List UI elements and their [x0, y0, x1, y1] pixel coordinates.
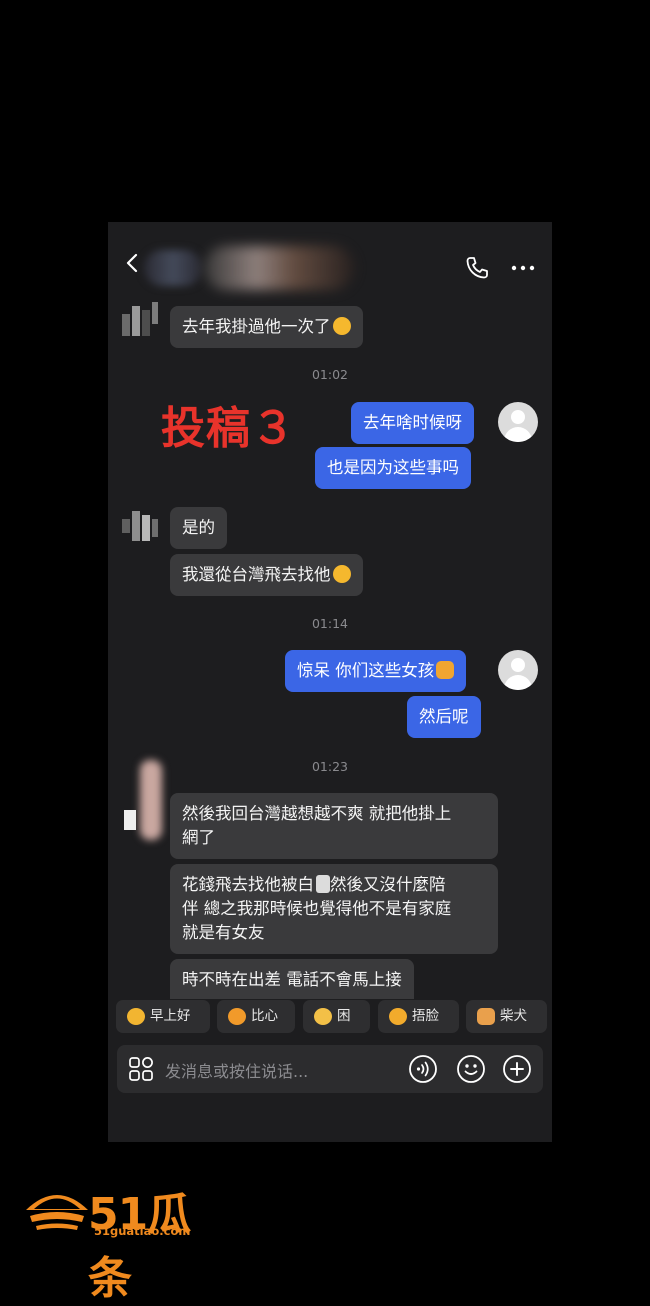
add-icon[interactable]: [502, 1054, 532, 1084]
voice-icon[interactable]: [408, 1054, 438, 1084]
heart-hand-icon: [228, 1008, 246, 1025]
shiba-dog-icon: [477, 1008, 495, 1025]
brand-name: 51瓜条: [88, 1189, 191, 1304]
message-bubble-out[interactable]: 惊呆 你们这些女孩: [285, 650, 467, 692]
quick-reply-facepalm[interactable]: 捂脸: [378, 1000, 459, 1033]
quick-reply-morning[interactable]: 早上好: [116, 1000, 210, 1033]
sender-avatar-blurred[interactable]: [120, 756, 170, 852]
quick-reply-shiba[interactable]: 柴犬: [466, 1000, 547, 1033]
message-bubble-in[interactable]: 去年我掛過他一次了: [170, 306, 363, 348]
chat-screen: 投稿３ 去年我掛過他一次了 01:02 去年啥时候呀 也是因为这些事吗 是的 我…: [108, 222, 552, 1142]
sleepy-face-icon: [314, 1008, 332, 1025]
message-bubble-out[interactable]: 去年啥时候呀: [351, 402, 474, 444]
timestamp: 01:23: [311, 759, 349, 774]
emoji-icon[interactable]: [456, 1054, 486, 1084]
my-avatar[interactable]: [498, 650, 538, 690]
message-input[interactable]: 发消息或按住说话...: [165, 1058, 308, 1082]
sun-face-icon: [127, 1008, 145, 1025]
quick-reply-row: 早上好 比心 困 捂脸 柴犬: [116, 1000, 548, 1036]
more-icon[interactable]: [510, 256, 536, 280]
contact-avatar-blurred[interactable]: [144, 250, 202, 286]
phone-icon[interactable]: [464, 255, 490, 281]
yawn-emoji-icon: [332, 565, 351, 583]
submission-stamp: 投稿３: [161, 403, 296, 454]
message-bubble-in[interactable]: 時不時在出差 電話不會馬上接: [170, 959, 414, 999]
timestamp: 01:02: [311, 367, 349, 382]
chat-header: [108, 222, 552, 292]
sender-avatar-pixelated[interactable]: [120, 507, 160, 547]
toilet-emoji-icon: [316, 875, 330, 893]
message-bubble-in[interactable]: 花錢飛去找他被白 然後又沒什麼陪 伴 總之我那時候也覺得他不是有家庭 就是有女友: [170, 864, 498, 954]
facepalm-icon: [389, 1008, 407, 1025]
message-bubble-in[interactable]: 是的: [170, 507, 227, 549]
brand-url: 51guatiao.com: [94, 1224, 191, 1238]
chevron-left-icon[interactable]: [122, 252, 144, 274]
timestamp: 01:14: [311, 616, 349, 631]
sender-avatar-pixelated[interactable]: [120, 300, 160, 340]
quick-reply-sleepy[interactable]: 困: [303, 1000, 370, 1033]
message-bubble-out[interactable]: 然后呢: [407, 696, 481, 738]
apps-grid-icon[interactable]: [126, 1054, 156, 1084]
yawn-emoji-icon: [332, 317, 351, 335]
contact-name-blurred: [204, 246, 354, 290]
message-bubble-out[interactable]: 也是因为这些事吗: [315, 447, 471, 489]
message-input-bar: 发消息或按住说话...: [117, 1045, 543, 1093]
message-bubble-in[interactable]: 我還從台灣飛去找他: [170, 554, 363, 596]
site-watermark-logo: 51瓜条 51guatiao.com: [22, 1178, 232, 1304]
my-avatar[interactable]: [498, 402, 538, 442]
quick-reply-heart[interactable]: 比心: [217, 1000, 295, 1033]
message-bubble-in[interactable]: 然後我回台灣越想越不爽 就把他掛上 網了: [170, 793, 498, 859]
thumbs-up-emoji-icon: [436, 661, 455, 679]
watermelon-logo-icon: [26, 1195, 88, 1230]
